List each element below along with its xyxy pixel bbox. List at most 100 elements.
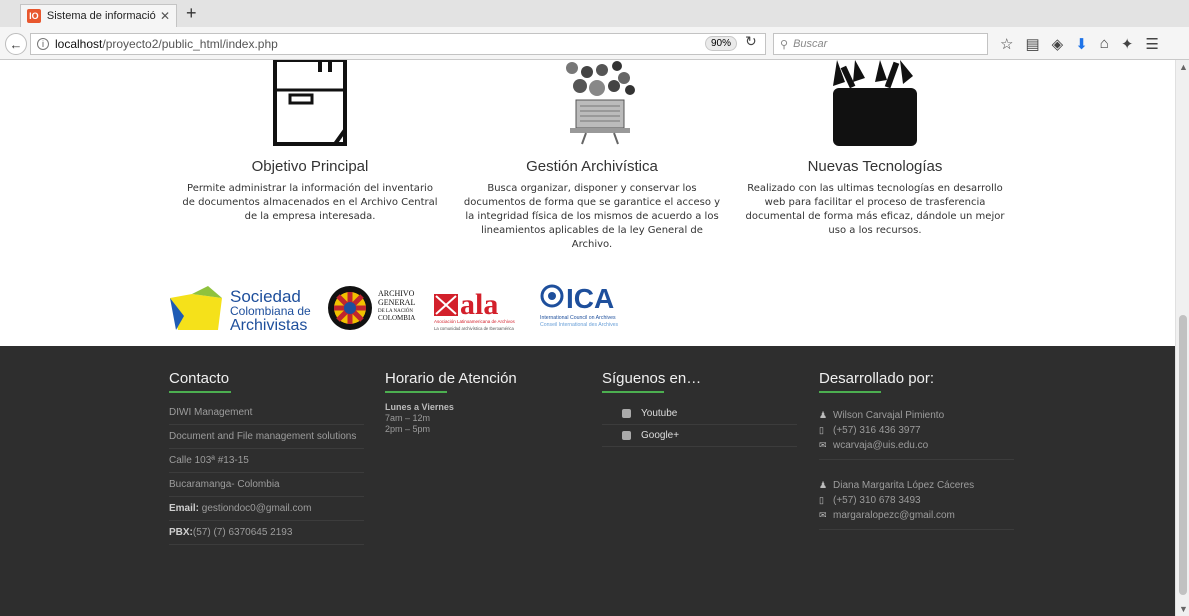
ala-logo: ala Asociación Latinoamericana de Archiv… (434, 288, 516, 331)
tab-title: Sistema de información para (46, 10, 156, 22)
developer-phone: ▯ (+57) 316 436 3977 (819, 423, 1014, 438)
hours-heading: Horario de Atención (385, 370, 585, 393)
search-input[interactable]: ⚲ Buscar (773, 33, 988, 55)
agn-line1: ARCHIVO (378, 289, 415, 298)
extension-icon[interactable]: ✦ (1121, 35, 1134, 53)
social-heading: Síguenos en… (602, 370, 802, 393)
agn-logo: ARCHIVO GENERAL DE LA NACIÓN COLOMBIA (328, 286, 415, 330)
developers-heading: Desarrollado por: (819, 370, 1019, 393)
agn-line2: GENERAL (378, 298, 415, 307)
sca-line2: Colombiana de (230, 304, 311, 318)
contact-city: Bucaramanga- Colombia (169, 473, 364, 497)
contact-email[interactable]: Email: gestiondoc0@gmail.com (169, 497, 364, 521)
youtube-icon (622, 409, 631, 418)
contact-company: DIWI Management (169, 401, 364, 425)
ica-sub: International Council on Archives (540, 315, 616, 321)
contact-address: Calle 103ª #13-15 (169, 449, 364, 473)
ica-sub2: Conseil International des Archives (540, 322, 619, 328)
back-button[interactable]: ← (5, 33, 27, 55)
developer-email-text: wcarvaja@uis.edu.co (833, 440, 929, 451)
scroll-thumb[interactable] (1179, 315, 1187, 595)
googleplus-link[interactable]: Google+ (602, 425, 797, 447)
youtube-label: Youtube (641, 408, 678, 419)
pocket-icon[interactable]: ◈ (1052, 35, 1064, 53)
developer-card: ♟ Wilson Carvajal Pimiento ▯ (+57) 316 436… (819, 402, 1014, 460)
email-label: Email: (169, 503, 200, 514)
youtube-link[interactable]: Youtube (602, 403, 797, 425)
hours-block: Lunes a Viernes 7am – 12m 2pm – 5pm (385, 402, 585, 435)
googleplus-label: Google+ (641, 430, 680, 441)
footer-developers: Desarrollado por: ♟ Wilson Carvajal Pimie… (819, 370, 1019, 530)
contact-heading: Contacto (169, 370, 369, 393)
feature-title: Nuevas Tecnologías (807, 158, 943, 175)
reading-list-icon[interactable]: ▤ (1025, 35, 1039, 53)
footer-social: Síguenos en… Youtube Google+ (602, 370, 802, 447)
download-icon[interactable]: ⬇ (1075, 35, 1088, 53)
contact-pbx: PBX:(57) (7) 6370645 2193 (169, 521, 364, 545)
hours-slot-morning: 7am – 12m (385, 413, 431, 423)
bookmark-star-icon[interactable]: ☆ (1000, 35, 1013, 53)
sca-line3: Archivistas (230, 317, 307, 334)
email-value: gestiondoc0@gmail.com (199, 503, 312, 514)
developer-name: ♟ Diana Margarita López Cáceres (819, 478, 1014, 493)
vertical-scrollbar[interactable]: ▲ ▼ (1175, 60, 1189, 616)
developer-name: ♟ Wilson Carvajal Pimiento (819, 408, 1014, 423)
phone-icon: ▯ (819, 495, 824, 505)
user-icon: ♟ (819, 410, 828, 420)
pbx-value: (57) (7) 6370645 2193 (192, 527, 293, 538)
scroll-up-icon[interactable]: ▲ (1179, 62, 1188, 72)
url-path: /proyecto2/public_html/index.php (102, 37, 278, 51)
footer-hours: Horario de Atención Lunes a Viernes 7am … (385, 370, 585, 435)
close-tab-icon[interactable]: ✕ (160, 9, 170, 23)
site-footer: Contacto DIWI Management Document and Fi… (0, 346, 1175, 616)
url-text: localhost/proyecto2/public_html/index.ph… (55, 37, 278, 51)
browser-toolbar: ☆ ▤ ◈ ⬇ ⌂ ✦ ☰ (1000, 35, 1159, 53)
developer-name-text: Diana Margarita López Cáceres (833, 480, 975, 491)
developer-phone-text: (+57) 316 436 3977 (833, 425, 921, 436)
user-icon: ♟ (819, 480, 828, 490)
developer-email[interactable]: ✉ margaralopezc@gmail.com (819, 508, 1014, 523)
zoom-indicator[interactable]: 90% (705, 36, 738, 51)
feature-text: Realizado con las ultimas tecnologías en… (745, 183, 1005, 236)
developer-name-text: Wilson Carvajal Pimiento (833, 410, 945, 421)
ica-logo: ICA International Council on Archives Co… (540, 283, 619, 328)
developers-list: ♟ Wilson Carvajal Pimiento ▯ (+57) 316 436… (819, 402, 1019, 530)
contact-tagline: Document and File management solutions (169, 425, 364, 449)
developer-card: ♟ Diana Margarita López Cáceres ▯ (+57) 31… (819, 460, 1014, 530)
hours-days: Lunes a Viernes (385, 402, 454, 412)
contact-list: DIWI Management Document and File manage… (169, 401, 369, 545)
sca-logo: Sociedad Colombiana de Archivistas (170, 286, 311, 334)
scroll-down-icon[interactable]: ▼ (1179, 604, 1188, 614)
url-bar[interactable]: i localhost/proyecto2/public_html/index.… (30, 33, 766, 55)
footer-contact: Contacto DIWI Management Document and Fi… (169, 370, 369, 545)
envelope-icon: ✉ (819, 510, 827, 520)
digital-archive-icon (542, 60, 642, 150)
archive-box-icon (260, 60, 360, 150)
favicon-icon: IO (27, 9, 41, 23)
phone-icon: ▯ (819, 425, 824, 435)
url-host: localhost (55, 37, 103, 51)
feature-title: Gestión Archivística (526, 158, 658, 175)
navigation-bar: ← i localhost/proyecto2/public_html/inde… (0, 27, 1189, 60)
info-icon[interactable]: i (37, 38, 49, 50)
agn-line4: COLOMBIA (378, 314, 415, 322)
feature-gestion: Gestión Archivística Busca organizar, di… (462, 60, 722, 252)
page-content: Objetivo Principal Permite administrar l… (0, 60, 1175, 616)
reload-icon[interactable]: ↻ (745, 33, 757, 50)
developer-email[interactable]: ✉ wcarvaja@uis.edu.co (819, 438, 1014, 453)
search-placeholder: Buscar (793, 38, 828, 50)
feature-objetivo: Objetivo Principal Permite administrar l… (180, 60, 440, 224)
googleplus-icon (622, 431, 631, 440)
new-tab-icon[interactable]: + (186, 3, 197, 24)
ala-text: ala (460, 288, 498, 321)
toolbox-icon (825, 60, 925, 150)
menu-icon[interactable]: ☰ (1145, 35, 1158, 53)
social-list: Youtube Google+ (602, 403, 802, 447)
hours-slot-afternoon: 2pm – 5pm (385, 424, 431, 434)
browser-tab[interactable]: IO Sistema de información para ✕ (20, 4, 177, 27)
pbx-label: PBX: (169, 527, 193, 538)
feature-title: Objetivo Principal (251, 158, 369, 175)
partner-logos: Sociedad Colombiana de Archivistas ARCHI… (170, 282, 640, 334)
home-icon[interactable]: ⌂ (1100, 35, 1109, 53)
envelope-icon: ✉ (819, 440, 827, 450)
